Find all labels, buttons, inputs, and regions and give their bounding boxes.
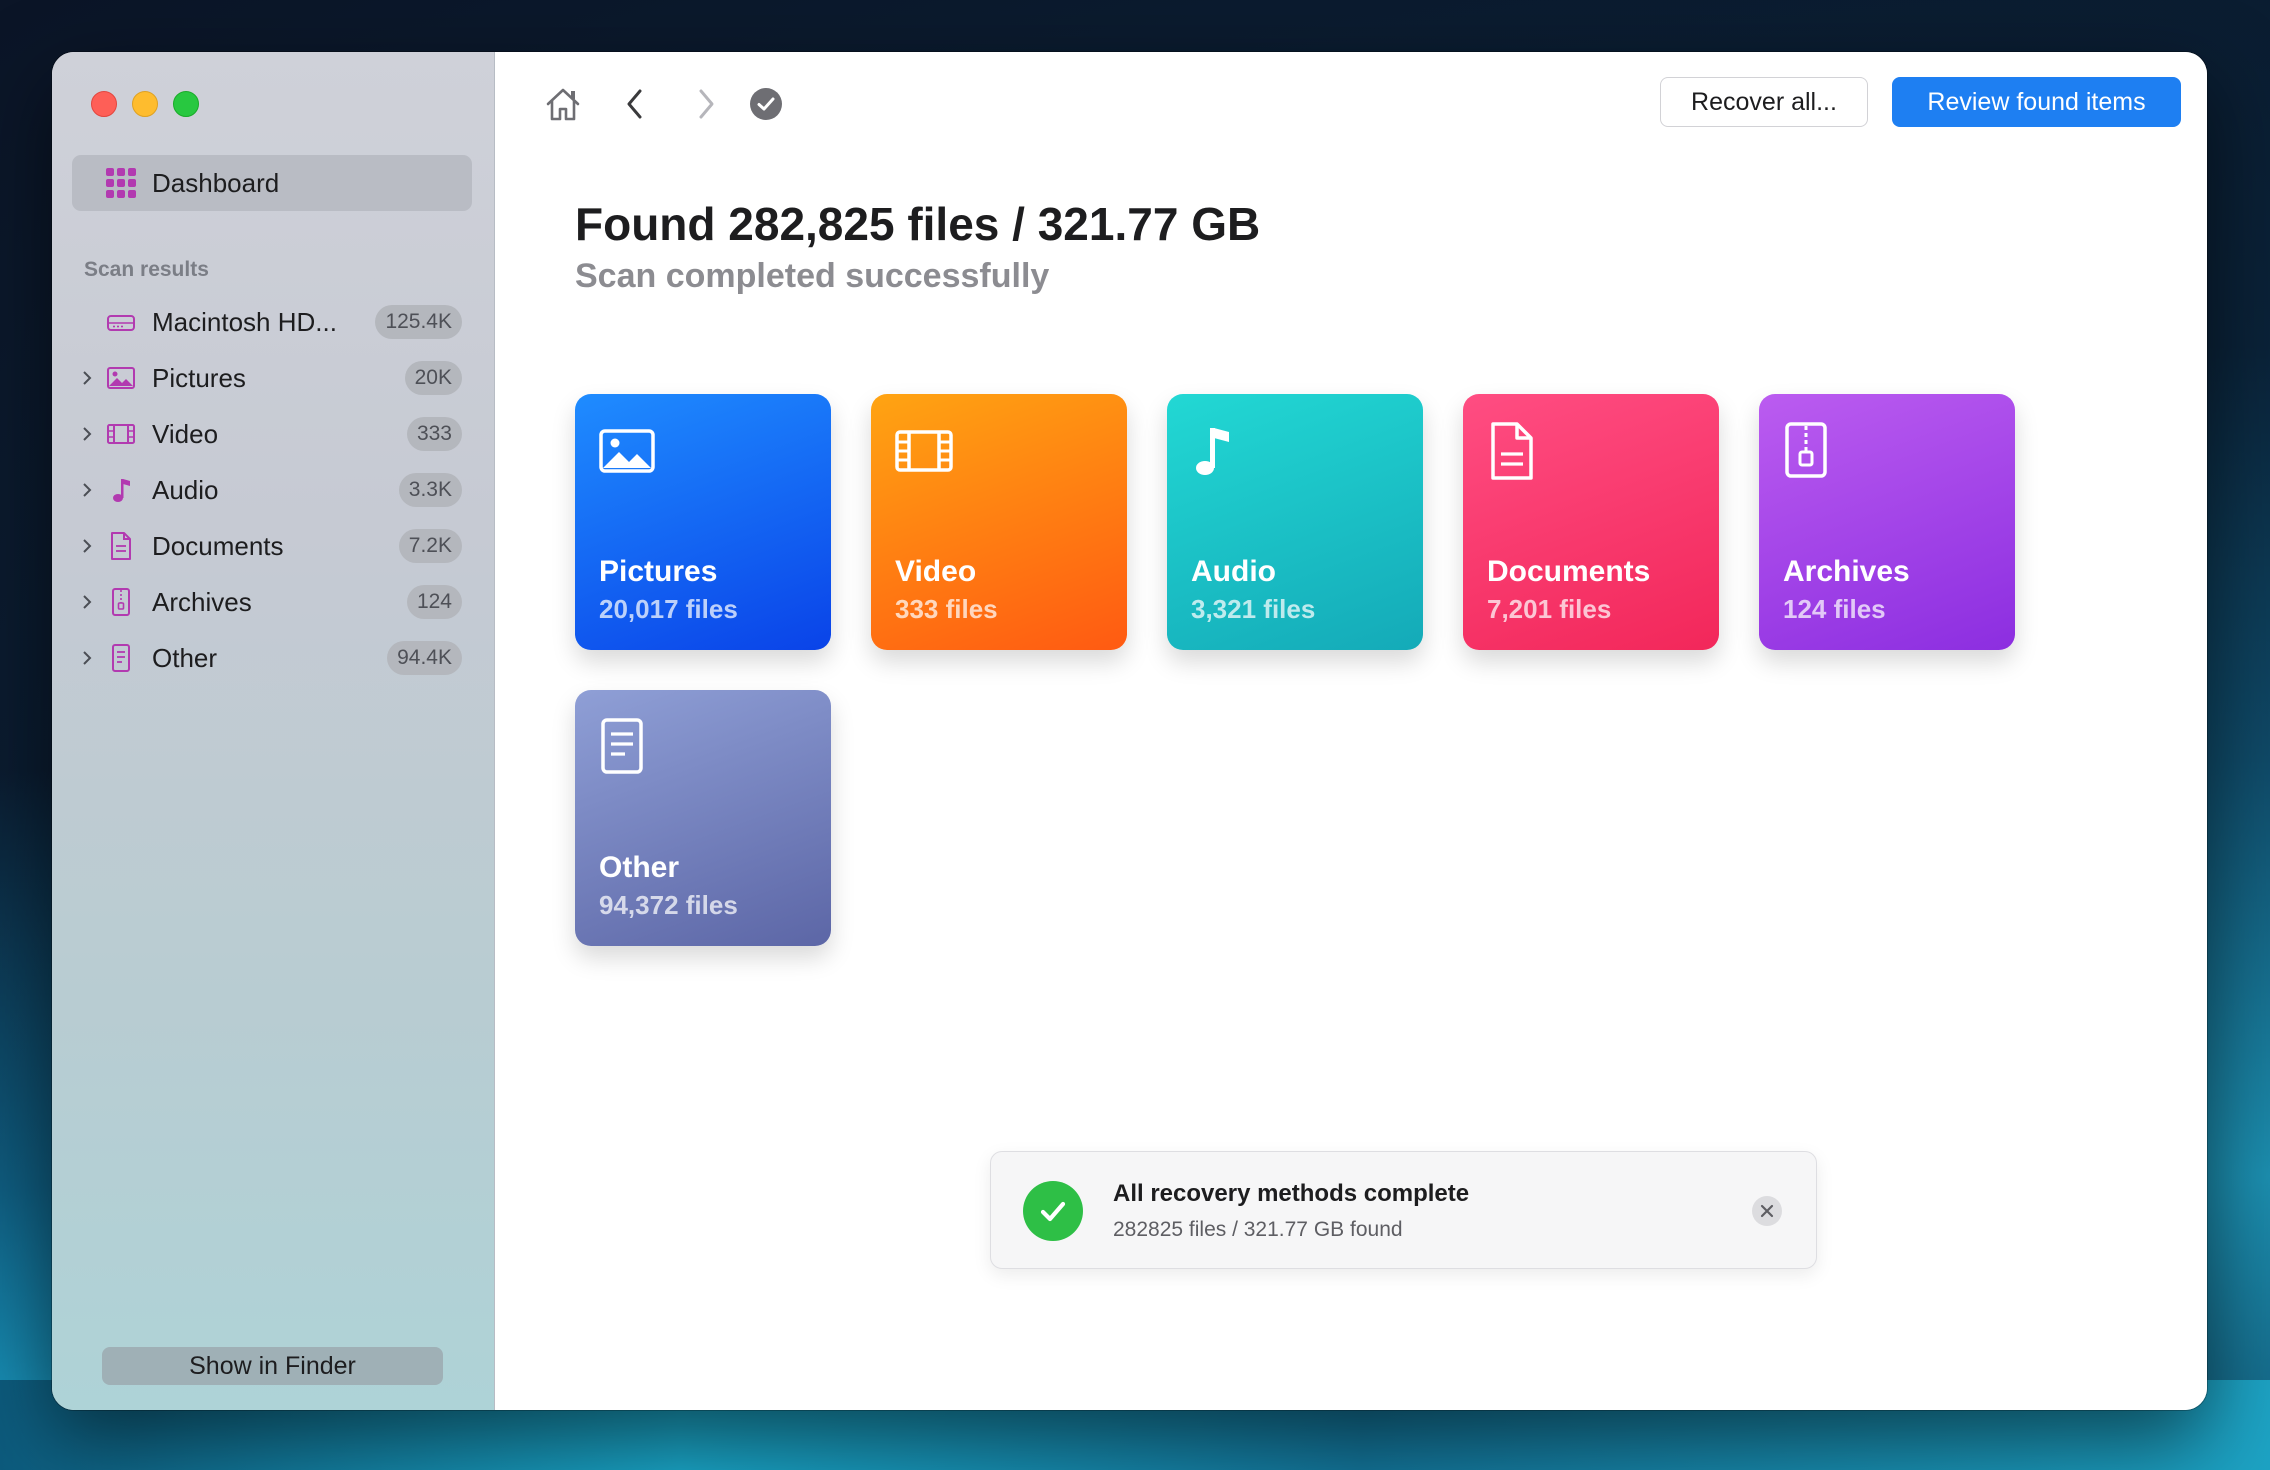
count-badge: 124 (406, 585, 462, 619)
count-badge: 7.2K (398, 529, 462, 563)
sidebar-item-label: Other (152, 642, 218, 673)
show-in-finder-button[interactable]: Show in Finder (102, 1347, 443, 1385)
sidebar-item-other[interactable]: Other 94.4K (52, 630, 494, 686)
archive-icon (106, 587, 136, 617)
section-label-scan-results: Scan results (84, 258, 209, 281)
card-title: Audio (1191, 555, 1276, 588)
card-file-count: 20,017 files (599, 594, 738, 624)
count-badge: 125.4K (375, 305, 462, 339)
music-note-icon (1196, 428, 1229, 475)
app-window: Dashboard Scan results Macintosh HD... 1… (52, 52, 2207, 1410)
document-icon (106, 531, 136, 561)
count-badge: 3.3K (398, 473, 462, 507)
chevron-right-icon[interactable] (78, 406, 96, 462)
category-card-pictures[interactable]: Pictures 20,017 files (575, 394, 831, 650)
dashboard-grid-icon (106, 168, 136, 198)
notification-title: All recovery methods complete (1113, 1180, 1470, 1207)
card-title: Archives (1783, 555, 1910, 588)
sidebar-item-label: Macintosh HD... (152, 306, 337, 337)
count-badge: 333 (406, 417, 462, 451)
sidebar-item-label: Video (152, 418, 219, 449)
sidebar-item-audio[interactable]: Audio 3.3K (52, 462, 494, 518)
sidebar-item-dashboard[interactable]: Dashboard (72, 155, 472, 211)
chevron-right-icon[interactable] (78, 518, 96, 574)
scan-status-subtitle: Scan completed successfully (575, 257, 1050, 295)
main-content: Recover all... Review found items Found … (495, 52, 2207, 1410)
film-icon (895, 430, 953, 472)
sidebar-item-label: Dashboard (152, 167, 280, 198)
card-file-count: 94,372 files (599, 890, 738, 920)
scan-results-list: Macintosh HD... 125.4K Pictures 20K Vide… (52, 294, 494, 686)
music-note-icon (106, 475, 136, 505)
sidebar-item-macintosh-hd[interactable]: Macintosh HD... 125.4K (52, 294, 494, 350)
sidebar-item-video[interactable]: Video 333 (52, 406, 494, 462)
category-card-documents[interactable]: Documents 7,201 files (1463, 394, 1719, 650)
window-controls (91, 91, 199, 117)
sidebar-item-label: Archives (152, 586, 252, 617)
other-file-icon (601, 718, 643, 774)
card-file-count: 124 files (1783, 594, 1886, 624)
close-window-button[interactable] (91, 91, 117, 117)
forward-icon[interactable] (684, 82, 728, 126)
card-title: Video (895, 555, 977, 588)
check-circle-icon[interactable] (744, 82, 788, 126)
card-title: Documents (1487, 555, 1651, 588)
close-icon[interactable] (1752, 1196, 1782, 1226)
review-found-items-button[interactable]: Review found items (1892, 77, 2181, 127)
category-card-audio[interactable]: Audio 3,321 files (1167, 394, 1423, 650)
chevron-right-icon[interactable] (78, 462, 96, 518)
card-file-count: 3,321 files (1191, 594, 1316, 624)
sidebar-item-label: Documents (152, 530, 284, 561)
sidebar-item-label: Pictures (152, 362, 246, 393)
recover-all-button[interactable]: Recover all... (1660, 77, 1868, 127)
film-icon (106, 419, 136, 449)
notification-subtitle: 282825 files / 321.77 GB found (1113, 1218, 1403, 1241)
card-file-count: 7,201 files (1487, 594, 1612, 624)
chevron-right-icon[interactable] (78, 350, 96, 406)
drive-icon (106, 307, 136, 337)
sidebar-item-pictures[interactable]: Pictures 20K (52, 350, 494, 406)
sidebar-item-documents[interactable]: Documents 7.2K (52, 518, 494, 574)
minimize-window-button[interactable] (132, 91, 158, 117)
picture-icon (106, 363, 136, 393)
count-badge: 20K (404, 361, 462, 395)
category-card-video[interactable]: Video 333 files (871, 394, 1127, 650)
other-file-icon (106, 643, 136, 673)
sidebar: Dashboard Scan results Macintosh HD... 1… (52, 52, 495, 1410)
picture-icon (599, 429, 655, 473)
chevron-right-icon[interactable] (78, 574, 96, 630)
sidebar-item-label: Audio (152, 474, 219, 505)
back-icon[interactable] (613, 82, 657, 126)
success-check-icon (1023, 1181, 1083, 1241)
document-icon (1491, 422, 1533, 480)
category-card-archives[interactable]: Archives 124 files (1759, 394, 2015, 650)
completion-notification: All recovery methods complete 282825 fil… (990, 1151, 1817, 1269)
card-title: Pictures (599, 555, 718, 588)
count-badge: 94.4K (387, 641, 462, 675)
category-card-other[interactable]: Other 94,372 files (575, 690, 831, 946)
page-title: Found 282,825 files / 321.77 GB (575, 198, 1261, 250)
card-title: Other (599, 851, 680, 884)
chevron-right-icon[interactable] (78, 630, 96, 686)
home-icon[interactable] (541, 82, 585, 126)
zoom-window-button[interactable] (173, 91, 199, 117)
sidebar-item-archives[interactable]: Archives 124 (52, 574, 494, 630)
card-file-count: 333 files (895, 594, 998, 624)
archive-icon (1785, 422, 1827, 478)
